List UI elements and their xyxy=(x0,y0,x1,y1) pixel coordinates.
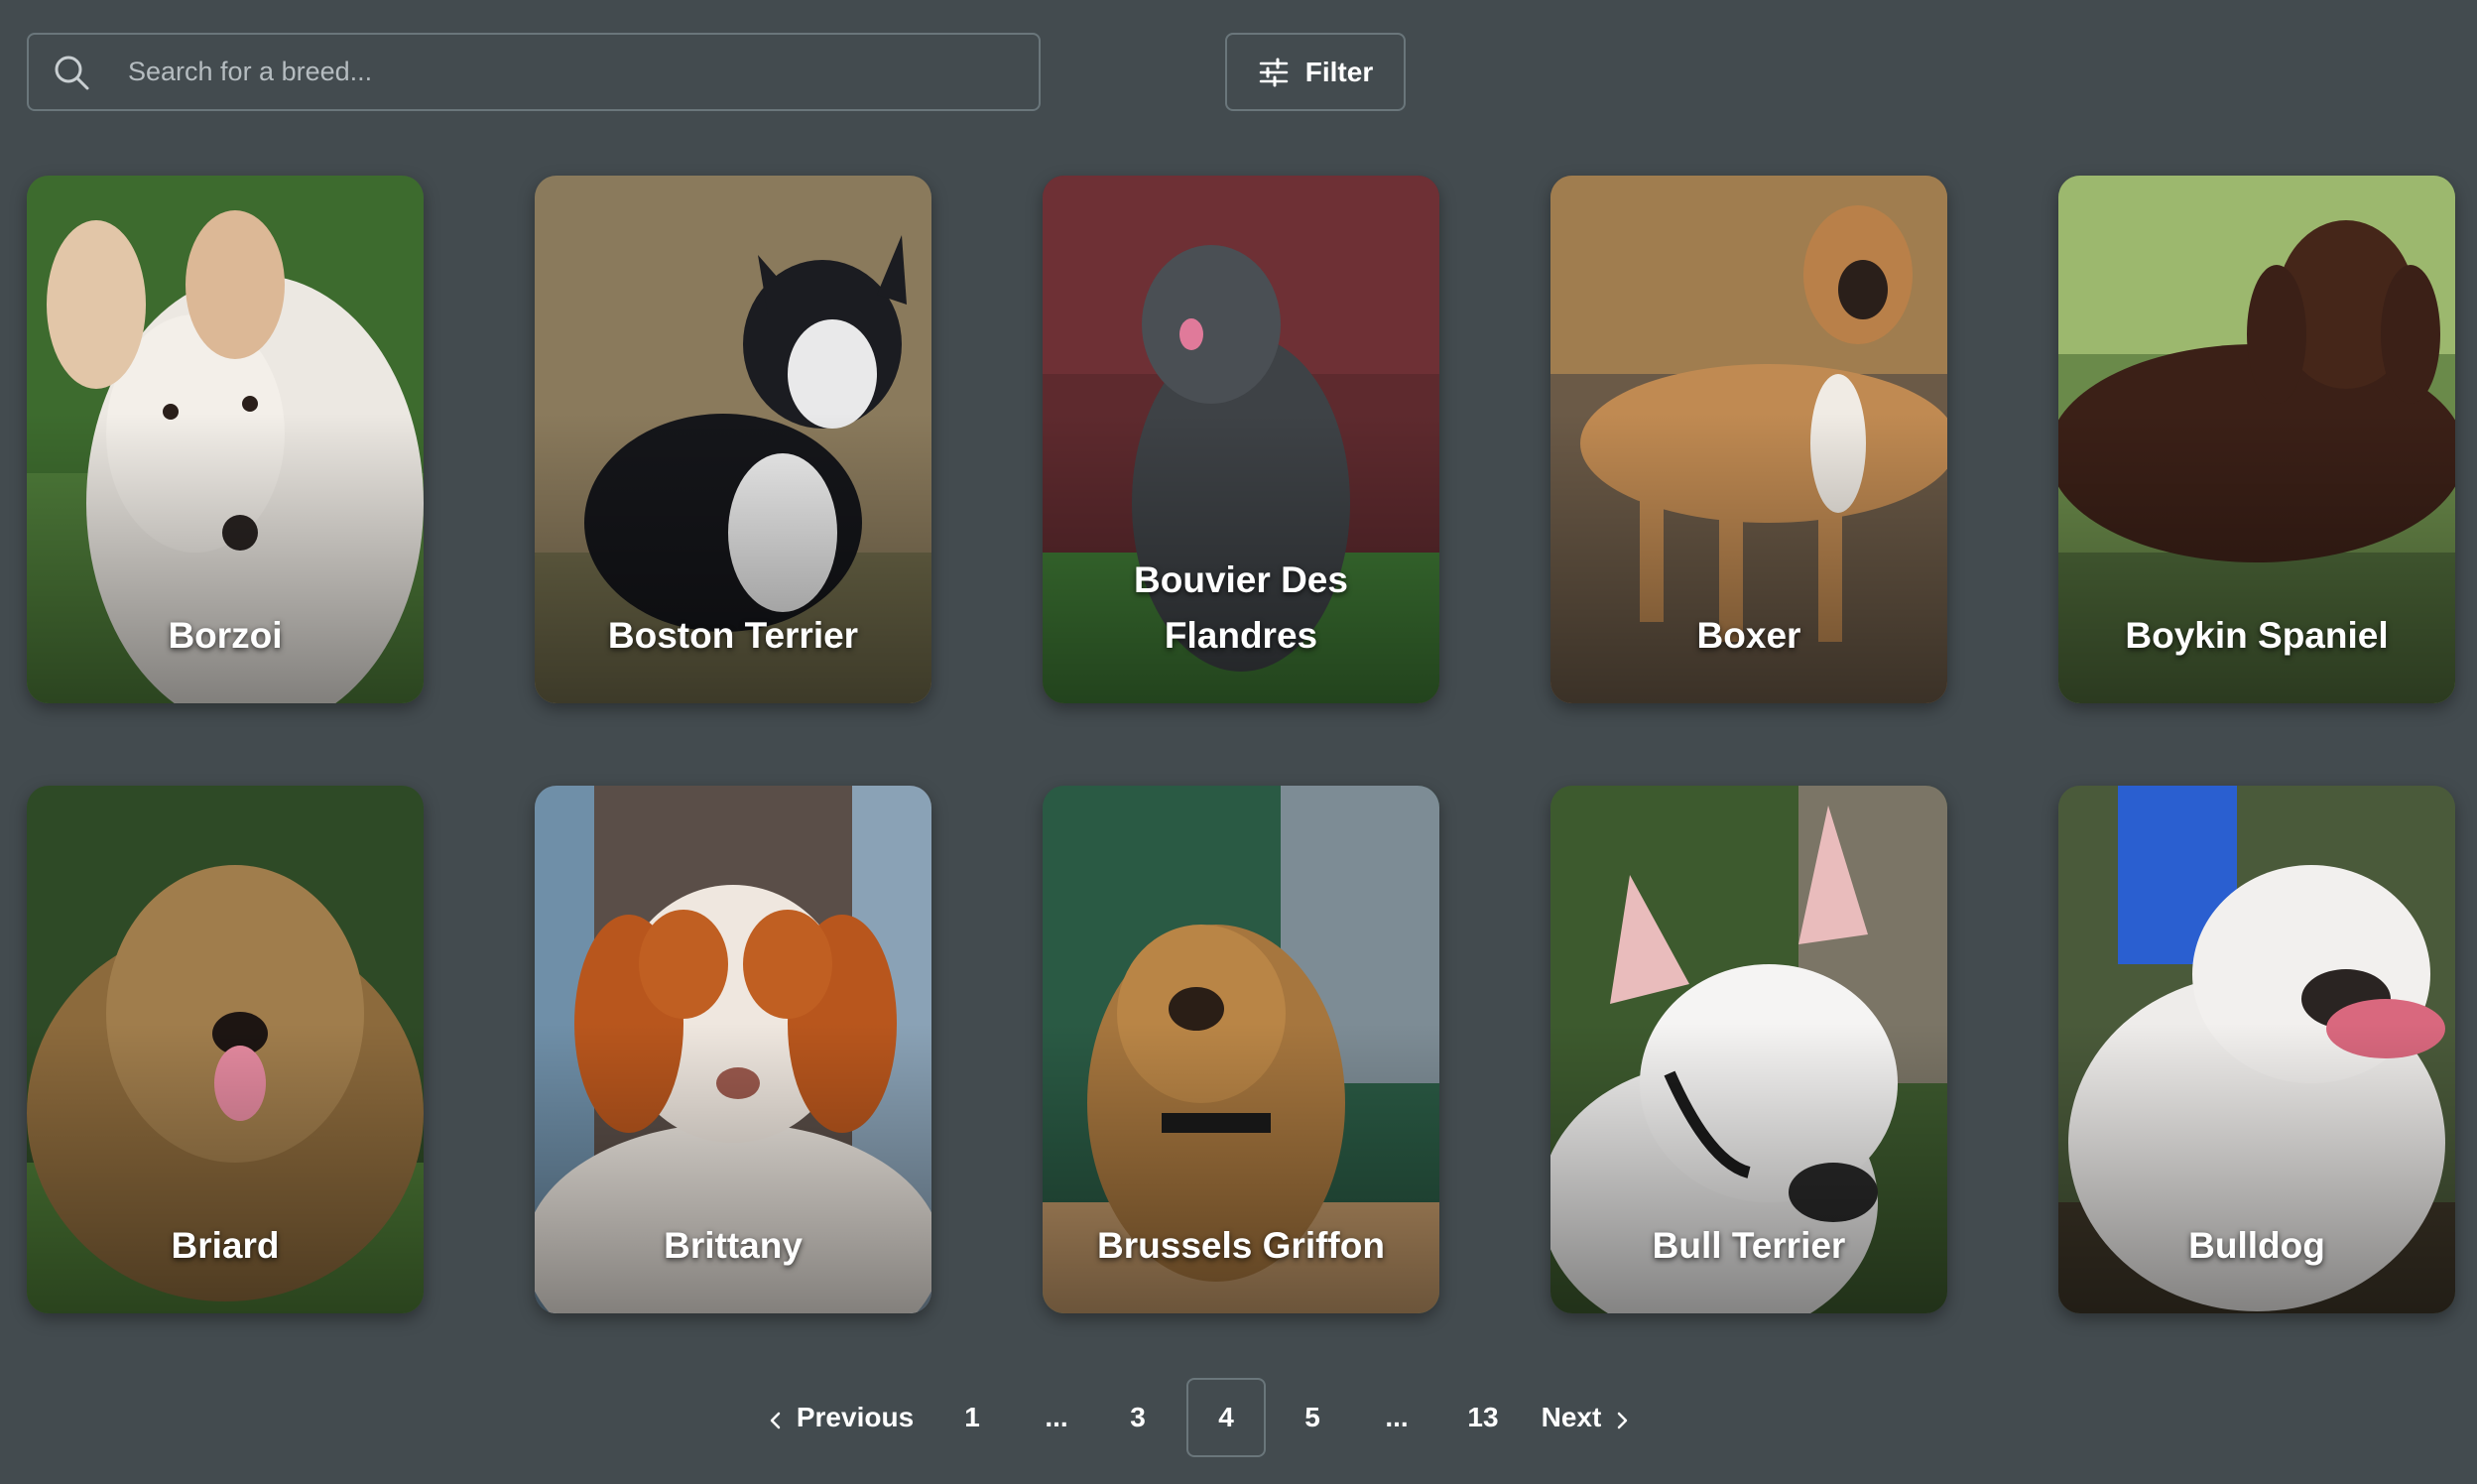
page-button-5[interactable]: 5 xyxy=(1288,1378,1337,1457)
page-button-1[interactable]: 1 xyxy=(947,1378,997,1457)
breed-card-brussels-griffon[interactable]: Brussels Griffon xyxy=(1043,786,1439,1313)
breed-card-boxer[interactable]: Boxer xyxy=(1550,176,1947,703)
pagination: Previous 1 ... 3 4 5 ... 13 Next xyxy=(0,1378,2477,1457)
breed-card-bull-terrier[interactable]: Bull Terrier xyxy=(1550,786,1947,1313)
page-button-4-current[interactable]: 4 xyxy=(1186,1378,1266,1457)
breed-name: Bouvier Des Flandres xyxy=(1134,559,1348,656)
breed-card-bulldog[interactable]: Bulldog xyxy=(2058,786,2455,1313)
breed-name: Brittany xyxy=(664,1225,803,1266)
breed-name: Brussels Griffon xyxy=(1097,1225,1385,1266)
pagination-ellipsis: ... xyxy=(1045,1402,1068,1432)
breed-card-bouvier-des-flandres[interactable]: Bouvier Des Flandres xyxy=(1043,176,1439,703)
breed-name: Borzoi xyxy=(168,615,283,656)
chevron-left-icon xyxy=(765,1407,787,1429)
page-button-13[interactable]: 13 xyxy=(1453,1378,1513,1457)
breed-card-briard[interactable]: Briard xyxy=(27,786,424,1313)
breed-name: Boykin Spaniel xyxy=(2125,615,2389,656)
pagination-ellipsis: ... xyxy=(1385,1402,1409,1432)
breed-card-boykin-spaniel[interactable]: Boykin Spaniel xyxy=(2058,176,2455,703)
sliders-icon xyxy=(1258,57,1290,88)
search-input[interactable] xyxy=(126,56,1039,88)
search-bar[interactable] xyxy=(27,33,1041,111)
breed-name: Boston Terrier xyxy=(607,615,859,656)
page-button-3[interactable]: 3 xyxy=(1113,1378,1163,1457)
breed-card-brittany[interactable]: Brittany xyxy=(535,786,931,1313)
filter-button[interactable]: Filter xyxy=(1225,33,1406,111)
search-icon xyxy=(53,54,90,91)
breed-card-borzoi[interactable]: Borzoi xyxy=(27,176,424,703)
breed-name: Boxer xyxy=(1696,615,1801,656)
previous-label: Previous xyxy=(796,1402,915,1432)
filter-label: Filter xyxy=(1304,56,1374,87)
previous-page-button[interactable]: Previous xyxy=(760,1378,919,1457)
next-page-button[interactable]: Next xyxy=(1533,1378,1642,1457)
breed-name: Bulldog xyxy=(2188,1225,2325,1266)
breed-name: Bull Terrier xyxy=(1652,1225,1846,1266)
next-label: Next xyxy=(1541,1402,1602,1432)
breed-name: Briard xyxy=(171,1225,280,1266)
chevron-right-icon xyxy=(1611,1407,1633,1429)
breed-card-boston-terrier[interactable]: Boston Terrier xyxy=(535,176,931,703)
